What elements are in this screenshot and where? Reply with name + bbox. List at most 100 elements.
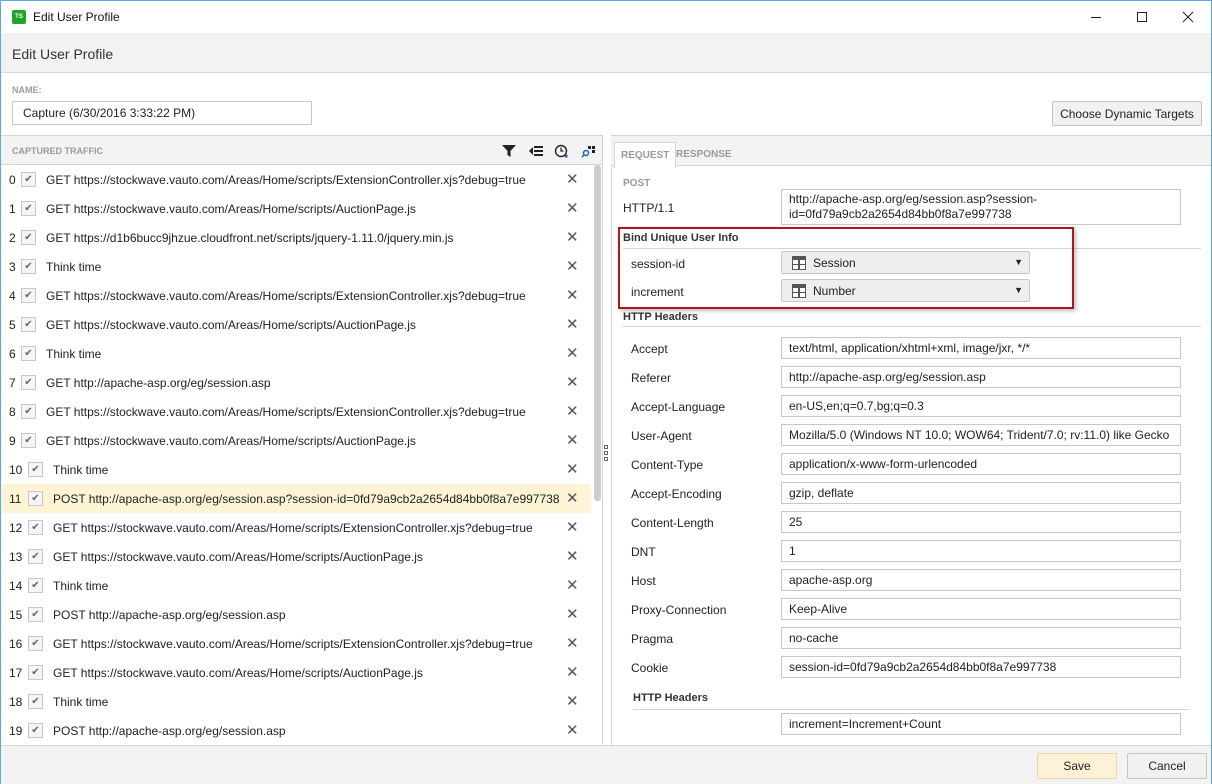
row-checkbox[interactable]: ✔ (21, 375, 36, 390)
header-value-field[interactable]: session-id=0fd79a9cb2a2654d84bb0f8a7e997… (781, 656, 1181, 678)
header-value-field[interactable]: Keep-Alive (781, 598, 1181, 620)
remove-row-icon[interactable]: ✕ (566, 344, 579, 362)
traffic-row[interactable]: 18 ✔ Think time ✕ (1, 687, 591, 716)
traffic-row[interactable]: 10 ✔ Think time ✕ (1, 455, 591, 484)
header-value-field[interactable]: no-cache (781, 627, 1181, 649)
remove-row-icon[interactable]: ✕ (566, 431, 579, 449)
search-binding-button[interactable] (579, 142, 597, 160)
row-checkbox[interactable]: ✔ (28, 636, 43, 651)
remove-row-icon[interactable]: ✕ (566, 286, 579, 304)
row-checkbox[interactable]: ✔ (21, 317, 36, 332)
row-checkbox[interactable]: ✔ (28, 723, 43, 738)
header-value-field[interactable]: en-US,en;q=0.7,bg;q=0.3 (781, 395, 1181, 417)
traffic-list-scrollbar[interactable] (594, 165, 601, 501)
row-checkbox[interactable]: ✔ (28, 578, 43, 593)
choose-dynamic-targets-button[interactable]: Choose Dynamic Targets (1052, 101, 1202, 126)
row-index: 0 (9, 173, 16, 187)
header-value-field[interactable]: gzip, deflate (781, 482, 1181, 504)
row-checkbox[interactable]: ✔ (28, 520, 43, 535)
maximize-icon (1137, 12, 1147, 22)
increment-binding-select[interactable]: Number ▼ (781, 279, 1030, 302)
remove-row-icon[interactable]: ✕ (566, 663, 579, 681)
row-checkbox[interactable]: ✔ (21, 288, 36, 303)
header-value-field[interactable]: application/x-www-form-urlencoded (781, 453, 1181, 475)
row-checkbox[interactable]: ✔ (28, 607, 43, 622)
traffic-row[interactable]: 1 ✔ GET https://stockwave.vauto.com/Areas/… (1, 194, 591, 223)
row-checkbox[interactable]: ✔ (28, 462, 43, 477)
minimize-icon (1091, 17, 1101, 18)
remove-row-icon[interactable]: ✕ (566, 373, 579, 391)
row-checkbox[interactable]: ✔ (28, 694, 43, 709)
header-value-field[interactable]: http://apache-asp.org/eg/session.asp (781, 366, 1181, 388)
remove-row-icon[interactable]: ✕ (566, 605, 579, 623)
remove-row-icon[interactable]: ✕ (566, 257, 579, 275)
minimize-button[interactable] (1073, 1, 1119, 33)
remove-row-icon[interactable]: ✕ (566, 460, 579, 478)
traffic-row[interactable]: 17 ✔ GET https://stockwave.vauto.com/Areas… (1, 658, 591, 687)
row-checkbox[interactable]: ✔ (28, 549, 43, 564)
name-input[interactable]: Capture (6/30/2016 3:33:22 PM) (12, 101, 312, 125)
bind-label-session-id: session-id (631, 257, 686, 271)
remove-row-icon[interactable]: ✕ (566, 199, 579, 217)
header-value-field[interactable]: 1 (781, 540, 1181, 562)
remove-row-icon[interactable]: ✕ (566, 170, 579, 188)
request-url-field[interactable]: http://apache-asp.org/eg/session.asp?ses… (781, 189, 1181, 225)
traffic-row[interactable]: 2 ✔ GET https://d1b6bucc9jhzue.cloudfront.… (1, 223, 591, 252)
cancel-button[interactable]: Cancel (1127, 753, 1207, 779)
maximize-button[interactable] (1119, 1, 1165, 33)
list-toggle-button[interactable] (527, 142, 545, 160)
row-index: 6 (9, 347, 16, 361)
save-button[interactable]: Save (1037, 753, 1117, 779)
filter-button[interactable] (500, 142, 518, 160)
row-checkbox[interactable]: ✔ (21, 230, 36, 245)
traffic-row[interactable]: 16 ✔ GET https://stockwave.vauto.com/Areas… (1, 629, 591, 658)
remove-row-icon[interactable]: ✕ (566, 228, 579, 246)
header-name: Referer (631, 371, 672, 385)
remove-row-icon[interactable]: ✕ (566, 315, 579, 333)
traffic-row[interactable]: 6 ✔ Think time ✕ (1, 339, 591, 368)
header-value-field[interactable]: Mozilla/5.0 (Windows NT 10.0; WOW64; Tri… (781, 424, 1181, 446)
row-checkbox[interactable]: ✔ (28, 665, 43, 680)
remove-row-icon[interactable]: ✕ (566, 721, 579, 739)
row-checkbox[interactable]: ✔ (21, 404, 36, 419)
remove-row-icon[interactable]: ✕ (566, 634, 579, 652)
traffic-row[interactable]: 13 ✔ GET https://stockwave.vauto.com/Areas… (1, 542, 591, 571)
tab-request[interactable]: REQUEST (614, 142, 677, 168)
remove-row-icon[interactable]: ✕ (566, 489, 579, 507)
traffic-row[interactable]: 5 ✔ GET https://stockwave.vauto.com/Areas/… (1, 310, 591, 339)
traffic-row[interactable]: 7 ✔ GET http://apache-asp.org/eg/session.a… (1, 368, 591, 397)
pane-splitter[interactable] (604, 445, 609, 463)
checkmark-icon: ✔ (31, 609, 40, 620)
add-timer-button[interactable] (553, 142, 571, 160)
remove-row-icon[interactable]: ✕ (566, 402, 579, 420)
row-checkbox[interactable]: ✔ (21, 201, 36, 216)
traffic-row[interactable]: 14 ✔ Think time ✕ (1, 571, 591, 600)
close-button[interactable] (1165, 1, 1211, 33)
traffic-row[interactable]: 12 ✔ GET https://stockwave.vauto.com/Areas… (1, 513, 591, 542)
row-checkbox[interactable]: ✔ (28, 491, 43, 506)
traffic-row[interactable]: 3 ✔ Think time ✕ (1, 252, 591, 281)
section-divider (623, 326, 1201, 327)
remove-row-icon[interactable]: ✕ (566, 547, 579, 565)
traffic-row[interactable]: 8 ✔ GET https://stockwave.vauto.com/Areas/… (1, 397, 591, 426)
header-value-field[interactable]: text/html, application/xhtml+xml, image/… (781, 337, 1181, 359)
row-checkbox[interactable]: ✔ (21, 172, 36, 187)
checkmark-icon: ✔ (24, 406, 33, 417)
traffic-row[interactable]: 4 ✔ GET https://stockwave.vauto.com/Areas/… (1, 281, 591, 310)
traffic-row[interactable]: 9 ✔ GET https://stockwave.vauto.com/Areas/… (1, 426, 591, 455)
header-value-field[interactable]: 25 (781, 511, 1181, 533)
row-checkbox[interactable]: ✔ (21, 346, 36, 361)
tab-response[interactable]: RESPONSE (670, 142, 738, 167)
remove-row-icon[interactable]: ✕ (566, 692, 579, 710)
remove-row-icon[interactable]: ✕ (566, 518, 579, 536)
header-value-field[interactable]: apache-asp.org (781, 569, 1181, 591)
row-checkbox[interactable]: ✔ (21, 433, 36, 448)
session-id-binding-select[interactable]: Session ▼ (781, 251, 1030, 274)
request-body-field[interactable]: increment=Increment+Count (781, 713, 1181, 735)
remove-row-icon[interactable]: ✕ (566, 576, 579, 594)
traffic-row[interactable]: 15 ✔ POST http://apache-asp.org/eg/session… (1, 600, 591, 629)
traffic-row[interactable]: 19 ✔ POST http://apache-asp.org/eg/session… (1, 716, 591, 745)
row-checkbox[interactable]: ✔ (21, 259, 36, 274)
traffic-row[interactable]: 0 ✔ GET https://stockwave.vauto.com/Areas/… (1, 165, 591, 194)
traffic-row[interactable]: 11 ✔ POST http://apache-asp.org/eg/session… (1, 484, 591, 513)
